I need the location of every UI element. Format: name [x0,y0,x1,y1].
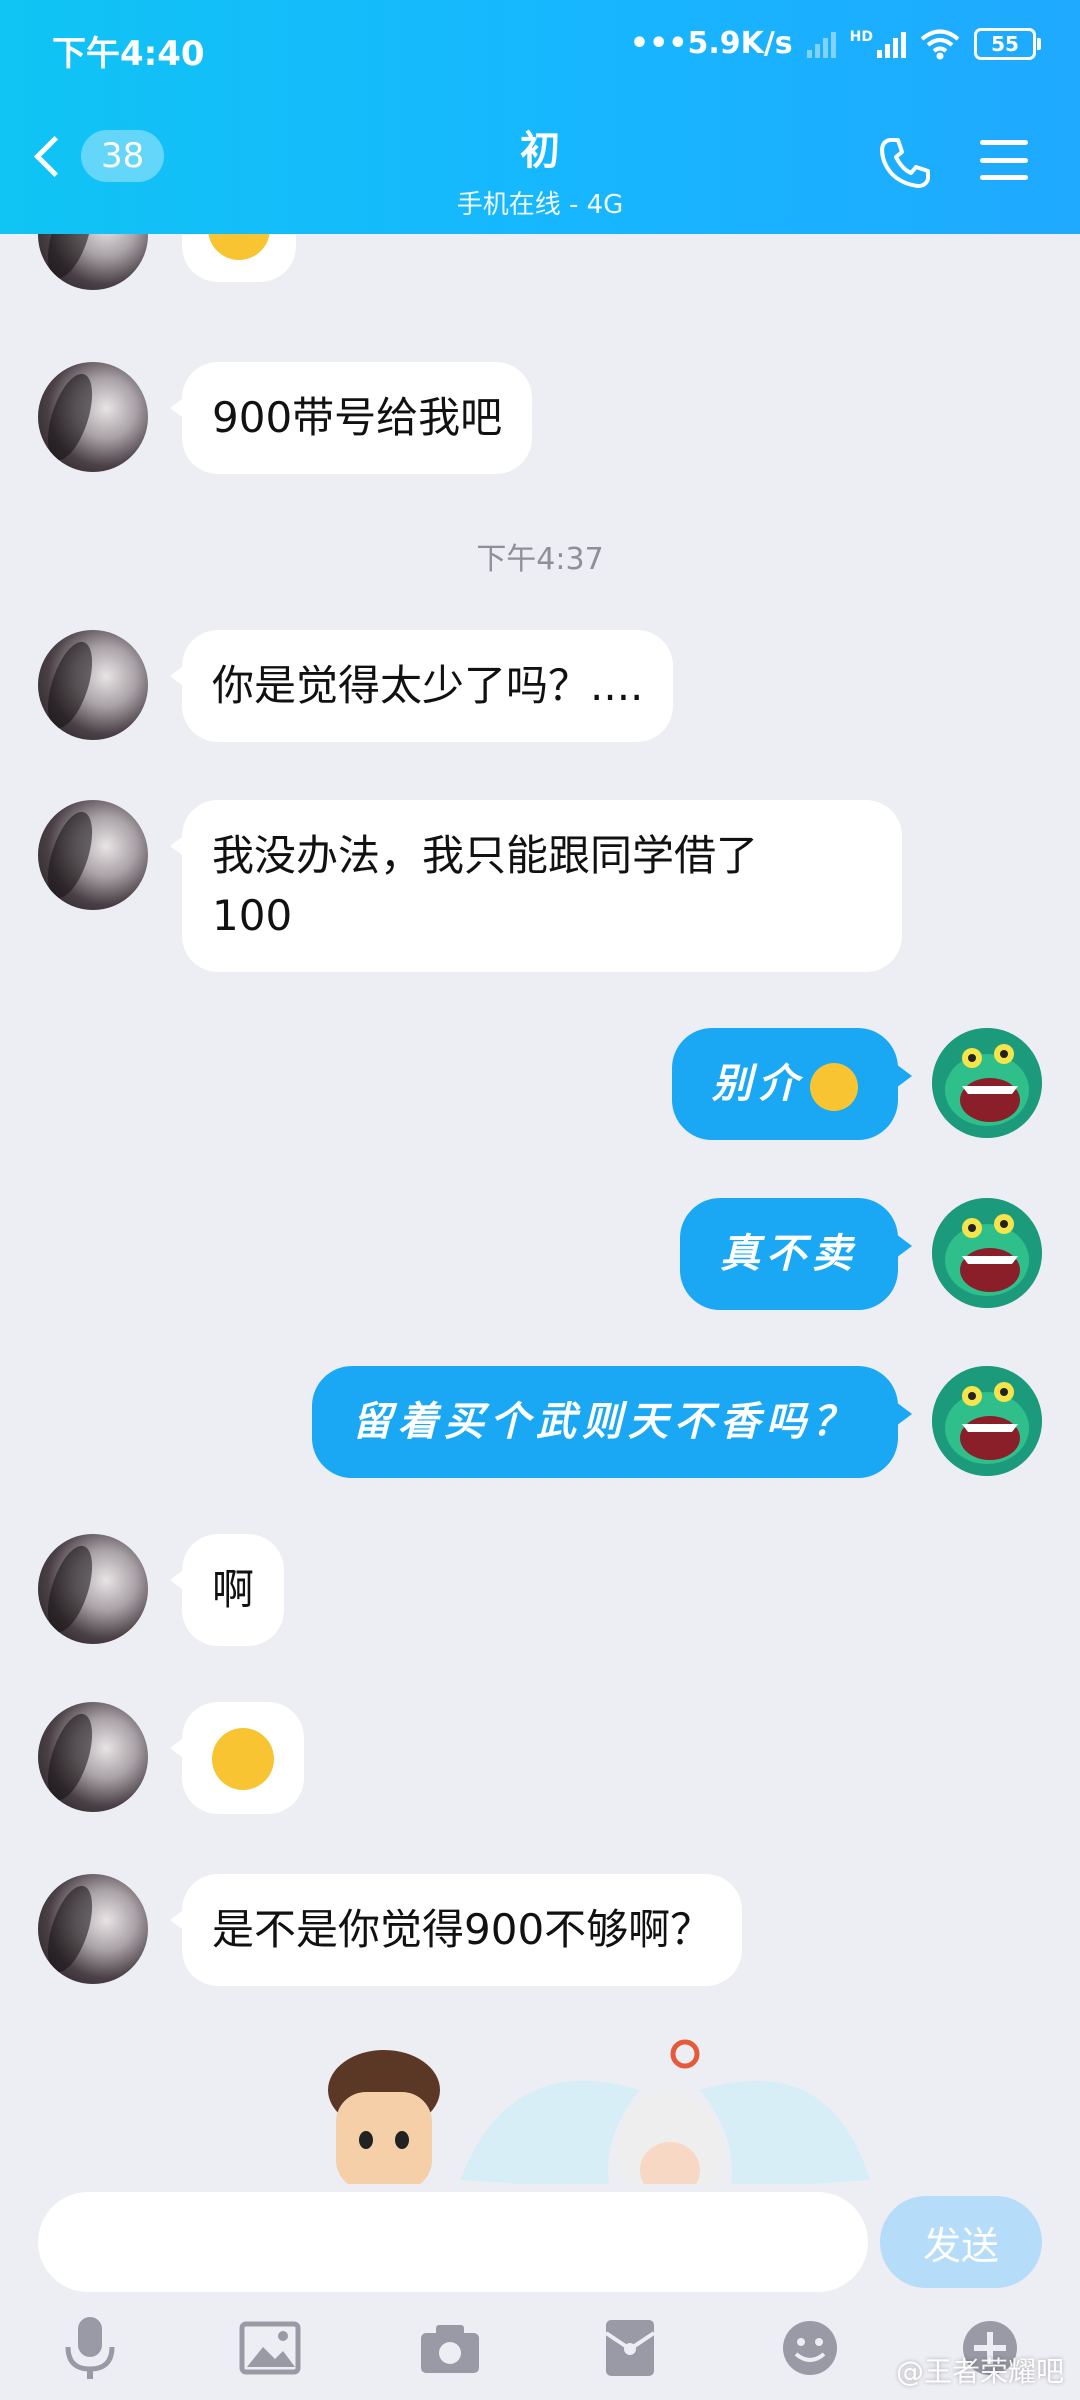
avatar[interactable] [38,234,148,290]
message-bubble-outgoing[interactable]: 真不卖 [680,1198,912,1310]
avatar-self[interactable] [932,1028,1042,1138]
laughing-emoji-icon [810,1063,858,1111]
avatar[interactable] [38,1874,148,1984]
message-bubble[interactable]: 我没办法，我只能跟同学借了 100 [170,800,902,972]
message-bubble-emoji[interactable] [182,234,296,282]
message-bubble-emoji[interactable] [170,1702,304,1814]
red-packet-button[interactable] [590,2308,670,2388]
emoji-button[interactable] [770,2308,850,2388]
signal-icon-sim2 [877,30,906,58]
signal-icon-sim1 [806,30,836,58]
message-timestamp: 下午4:37 [476,542,604,577]
message-bubble[interactable]: 啊 [169,1534,285,1646]
emoji-icon [783,2321,837,2375]
status-time: 下午4:40 [52,34,205,74]
message-input[interactable] [38,2192,868,2292]
send-button[interactable]: 发送 [880,2196,1042,2288]
message-line: 100 [212,891,293,940]
wifi-icon [920,29,960,59]
battery-icon: 55 [974,27,1041,60]
image-icon [239,2321,301,2375]
avatar[interactable] [38,630,148,740]
image-button[interactable] [230,2308,310,2388]
message-bubble-outgoing[interactable]: 别介 [672,1028,912,1140]
message-bubble[interactable]: 是不是你觉得900不够啊？ [169,1874,743,1986]
avatar-self[interactable] [932,1366,1042,1476]
hd-indicator: HD [849,28,873,45]
camera-button[interactable] [410,2308,490,2388]
message-text: 别介 [712,1060,804,1107]
red-packet-icon [604,2320,656,2376]
microphone-icon [65,2317,115,2379]
menu-icon[interactable] [980,140,1028,180]
sleepy-emoji-icon [208,234,270,260]
decorative-stickers [328,2039,870,2190]
avatar-self[interactable] [932,1198,1042,1308]
dinosaur-avatar-icon [932,1366,1042,1476]
avatar[interactable] [38,362,148,472]
avatar[interactable] [38,1534,148,1644]
status-icons: •••5.9K/s HD 55 [629,26,1041,61]
message-list[interactable]: 900带号给我吧 下午4:37 你是觉得太少了吗？.... 我没办法，我只能跟同… [0,234,1080,2184]
microphone-button[interactable] [50,2308,130,2388]
angel-wings-sticker-icon [460,2039,870,2190]
message-bubble[interactable]: 900带号给我吧 [169,362,533,474]
watermark: @王者荣耀吧 [895,2355,1064,2388]
shush-emoji-icon [212,1727,274,1790]
message-bubble-outgoing[interactable]: 留着买个武则天不香吗？ [312,1366,912,1478]
chat-header: 下午4:40 •••5.9K/s HD 55 38 初 手机在线 - 4G [0,0,1080,234]
phone-icon[interactable] [878,136,932,190]
message-bubble[interactable]: 你是觉得太少了吗？.... [169,630,674,742]
message-line: 我没办法，我只能跟同学借了 [212,831,759,880]
camera-icon [421,2325,479,2373]
avatar[interactable] [38,1702,148,1812]
network-speed: •••5.9K/s [629,26,793,61]
dinosaur-avatar-icon [932,1198,1042,1308]
boy-sticker-icon [328,2050,440,2190]
dinosaur-avatar-icon [932,1028,1042,1138]
input-bar: 发送 @王者荣耀吧 [0,2184,1080,2400]
avatar[interactable] [38,800,148,910]
